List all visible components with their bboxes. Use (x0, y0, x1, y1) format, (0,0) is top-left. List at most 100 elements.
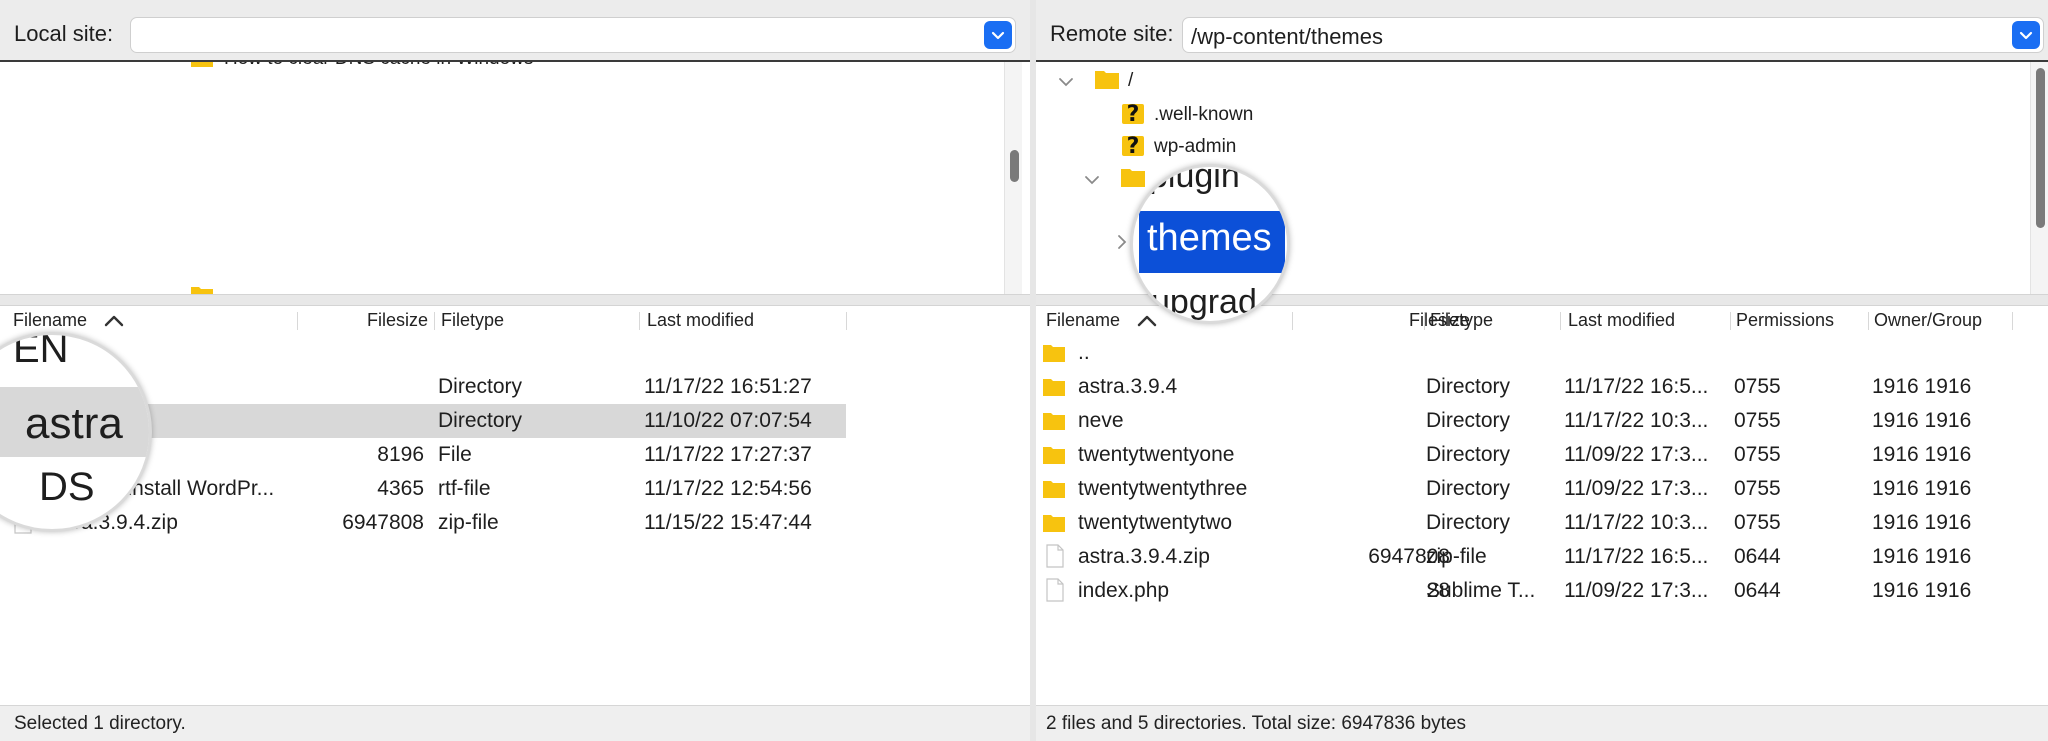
local-status-bar: Selected 1 directory. (0, 705, 1030, 741)
column-filetype[interactable]: Filetype (1430, 310, 1493, 331)
column-separator[interactable] (1868, 312, 1869, 330)
filetype-cell: Directory (438, 375, 523, 398)
remote-site-label: Remote site: (1050, 21, 1174, 46)
unknown-folder-icon: ? (1122, 102, 1144, 126)
tree-item-label: wp-admin (1154, 136, 1237, 157)
list-item[interactable]: astra.3.9.4.zip 6947808 zip-file 11/17/22 1… (1036, 540, 2026, 574)
filename-cell: twentytwentythree (1078, 477, 1248, 500)
filetype-cell: Sublime T... (1426, 579, 1536, 602)
chevron-down-icon[interactable] (984, 21, 1012, 49)
filetype-cell: Directory (1426, 511, 1511, 534)
column-separator[interactable] (2012, 312, 2013, 330)
local-list-header: Filename Filesize Filetype Last modified (0, 306, 1030, 336)
sort-ascending-icon[interactable] (103, 313, 125, 327)
filesize-cell: 4365 (377, 477, 424, 500)
list-item[interactable]: twentytwentyone Directory 11/09/22 17:3...… (1036, 438, 2026, 472)
permissions-cell: 0755 (1734, 477, 1781, 500)
filename-cell: .. (1078, 341, 1090, 364)
modified-cell: 11/09/22 17:3... (1564, 477, 1709, 500)
column-last-modified[interactable]: Last modified (647, 310, 754, 331)
filesize-cell: 6947808 (342, 511, 424, 534)
modified-cell: 11/17/22 12:54:56 (644, 477, 812, 500)
column-separator[interactable] (639, 312, 640, 330)
remote-file-list[interactable]: .. astra.3.9.4 Directory 11/17/22 16:5... 07… (1036, 336, 2048, 702)
list-item[interactable]: index.php 28 Sublime T... 11/09/22 17:3... 0… (1036, 574, 2026, 608)
list-item[interactable]: twentytwentytwo Directory 11/17/22 10:3...… (1036, 506, 2026, 540)
filetype-cell: Directory (1426, 409, 1511, 432)
column-filesize[interactable]: Filesize (300, 310, 428, 331)
column-separator[interactable] (1560, 312, 1561, 330)
modified-cell: 11/09/22 17:3... (1564, 579, 1709, 602)
local-file-list[interactable]: Directory 11/17/22 16:51:27 Directory 11… (0, 336, 1030, 702)
column-last-modified[interactable]: Last modified (1568, 310, 1675, 331)
chevron-down-icon[interactable] (2012, 21, 2040, 49)
column-permissions[interactable]: Permissions (1736, 310, 1834, 331)
column-filename[interactable]: Filename (1046, 310, 1120, 331)
column-separator[interactable] (846, 312, 847, 330)
tree-item-label: / (1128, 70, 1134, 91)
chevron-right-icon[interactable] (1116, 234, 1128, 250)
folder-icon (1043, 413, 1065, 430)
owner-group-cell: 1916 1916 (1872, 477, 1972, 500)
scrollbar-thumb[interactable] (2036, 68, 2045, 228)
column-filename[interactable]: Filename (13, 310, 87, 331)
owner-group-cell: 1916 1916 (1872, 375, 1972, 398)
filename-cell: astra.3.9.4.zip (1078, 545, 1210, 568)
tree-item-label: How to clear DNS cache in Windows (224, 62, 533, 70)
local-panel: Local site: How to clear DNS cache in Wi… (0, 0, 1030, 741)
folder-icon (1095, 71, 1119, 89)
splitter[interactable] (0, 294, 1030, 306)
modified-cell: 11/17/22 10:3... (1564, 511, 1709, 534)
local-directory-tree[interactable]: How to clear DNS cache in Windows ... (8, 62, 1030, 294)
local-tree-scrollbar[interactable] (1004, 62, 1022, 294)
column-separator[interactable] (434, 312, 435, 330)
folder-icon (1043, 345, 1065, 362)
permissions-cell: 0755 (1734, 511, 1781, 534)
modified-cell: 11/09/22 17:3... (1564, 443, 1709, 466)
column-separator[interactable] (297, 312, 298, 330)
owner-group-cell: 1916 1916 (1872, 545, 1972, 568)
list-item[interactable]: .. (1036, 336, 2026, 370)
list-item[interactable]: astra.3.9.4.zip 6947808 zip-file 11/15/2… (0, 506, 846, 540)
local-site-bar: Local site: (0, 0, 1030, 62)
svg-text:?: ? (1127, 102, 1140, 126)
filetype-cell: rtf-file (438, 477, 491, 500)
list-item[interactable]: twentytwentythree Directory 11/09/22 17:3.… (1036, 472, 2026, 506)
modified-cell: 11/17/22 17:27:37 (644, 443, 812, 466)
magnified-text: astra (25, 399, 123, 448)
scrollbar-thumb[interactable] (1010, 150, 1019, 182)
local-site-label: Local site: (14, 21, 114, 46)
remote-tree-scrollbar[interactable] (2030, 62, 2048, 294)
filename-cell: index.php (1078, 579, 1170, 602)
local-site-combobox[interactable] (130, 17, 1016, 53)
owner-group-cell: 1916 1916 (1872, 579, 1972, 602)
chevron-down-icon[interactable] (1058, 76, 1074, 88)
list-item[interactable]: neve Directory 11/17/22 10:3... 0755 1916 19… (1036, 404, 2026, 438)
chevron-down-icon[interactable] (1084, 174, 1100, 186)
local-status-text: Selected 1 directory. (14, 713, 186, 734)
folder-icon (1043, 379, 1065, 396)
column-separator[interactable] (1730, 312, 1731, 330)
remote-site-bar: Remote site: /wp-content/themes (1036, 0, 2048, 62)
magnifier-lens: plugin themes upgrad (1130, 164, 1290, 324)
magnified-text: upgrad (1151, 283, 1257, 321)
list-item[interactable]: astra.3.9.4 Directory 11/17/22 16:5... 0755… (1036, 370, 2026, 404)
remote-site-combobox[interactable]: /wp-content/themes (1182, 17, 2044, 53)
filename-cell: twentytwentytwo (1078, 511, 1233, 534)
filetype-cell: Directory (1426, 443, 1511, 466)
permissions-cell: 0755 (1734, 375, 1781, 398)
filetype-cell: zip-file (1426, 545, 1487, 568)
remote-status-text: 2 files and 5 directories. Total size: 6… (1046, 713, 1467, 734)
permissions-cell: 0755 (1734, 443, 1781, 466)
magnified-text: DS (39, 465, 95, 509)
tree-item-label: .well-known (1154, 104, 1254, 125)
filetype-cell: Directory (1426, 375, 1511, 398)
tree-item-label: ... (224, 284, 240, 294)
filename-cell: twentytwentyone (1078, 443, 1235, 466)
column-filetype[interactable]: Filetype (441, 310, 504, 331)
column-separator[interactable] (1424, 312, 1425, 330)
folder-icon (1043, 447, 1065, 464)
column-separator[interactable] (1292, 312, 1293, 330)
column-owner-group[interactable]: Owner/Group (1874, 310, 1982, 331)
svg-text:?: ? (1127, 134, 1140, 158)
